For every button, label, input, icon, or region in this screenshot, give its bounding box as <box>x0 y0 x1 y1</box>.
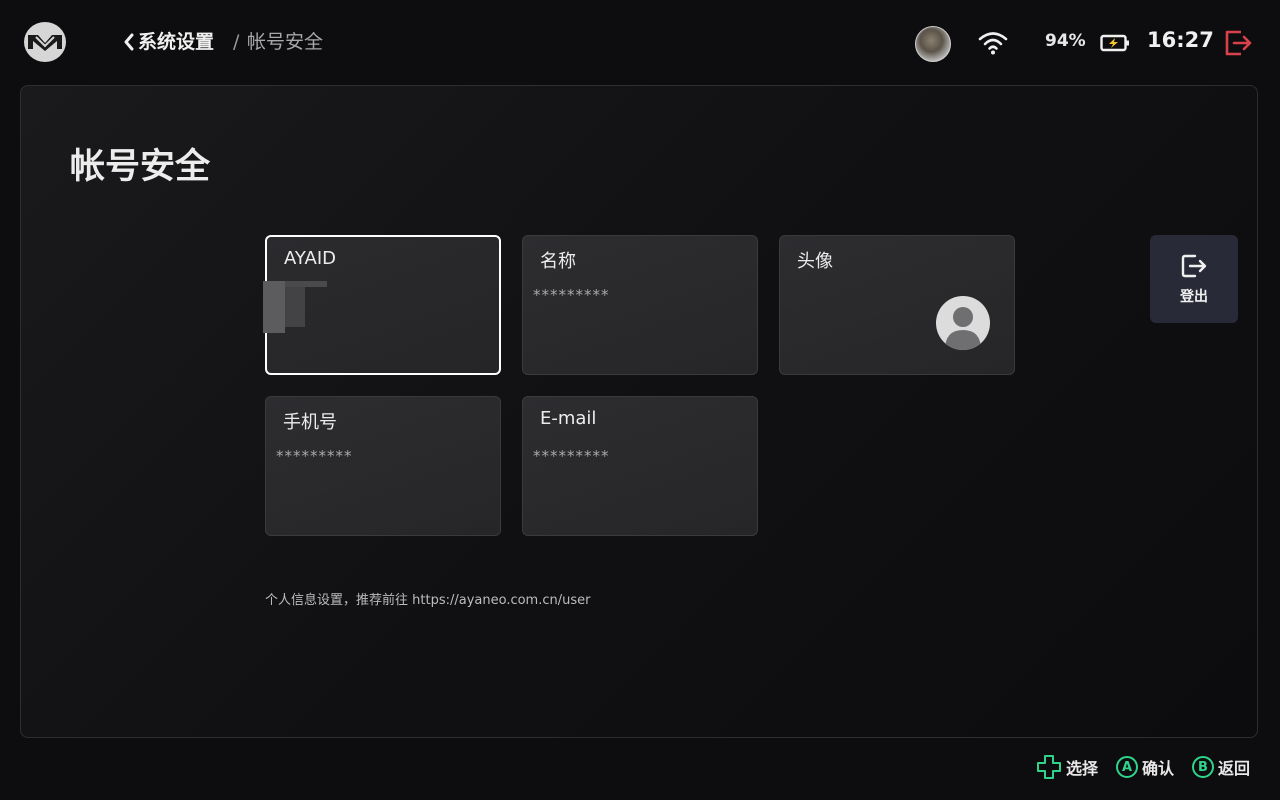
settings-hint: 个人信息设置，推荐前往 https://ayaneo.com.cn/user <box>265 593 591 608</box>
logout-label: 登出 <box>1180 289 1208 305</box>
name-card[interactable]: 名称 ********* <box>522 235 758 375</box>
b-button-icon: B <box>1191 756 1214 778</box>
ayaid-card[interactable]: AYAID <box>263 235 501 375</box>
name-value: ********* <box>533 286 610 304</box>
battery-charging-icon <box>1100 34 1129 52</box>
page-title: 帐号安全 <box>70 147 211 187</box>
dpad-icon <box>1036 755 1061 779</box>
name-label: 名称 <box>540 251 576 272</box>
confirm-hint[interactable]: A 确认 <box>1115 755 1174 779</box>
controller-hints: 选择 A 确认 B 返回 <box>1036 754 1250 780</box>
exit-icon[interactable] <box>1223 28 1253 58</box>
select-hint-label: 选择 <box>1065 759 1098 778</box>
email-label: E-mail <box>540 408 597 429</box>
back-hint[interactable]: B 返回 <box>1191 755 1250 779</box>
default-avatar-icon <box>936 296 990 350</box>
back-button[interactable]: 系统设置 <box>122 29 214 55</box>
phone-label: 手机号 <box>283 412 337 433</box>
ayaid-placeholder-icon <box>263 281 327 333</box>
wifi-icon <box>978 32 1008 55</box>
confirm-hint-label: 确认 <box>1141 759 1174 778</box>
avatar-card[interactable]: 头像 <box>779 235 1015 375</box>
breadcrumb-current: 帐号安全 <box>247 31 324 53</box>
ayaid-label: AYAID <box>284 248 336 269</box>
phone-card[interactable]: 手机号 ********* <box>265 396 501 536</box>
select-hint[interactable]: 选择 <box>1036 754 1098 780</box>
logout-button[interactable]: 登出 <box>1150 235 1238 323</box>
email-card[interactable]: E-mail ********* <box>522 396 758 536</box>
email-value: ********* <box>533 447 610 465</box>
ayaneo-logo-icon <box>24 22 66 62</box>
a-button-icon: A <box>1115 756 1138 778</box>
phone-value: ********* <box>276 447 353 465</box>
user-avatar[interactable] <box>915 26 951 62</box>
logout-icon <box>1181 254 1207 278</box>
breadcrumb-separator: / <box>233 31 240 53</box>
breadcrumb-parent: 系统设置 <box>138 31 215 53</box>
back-hint-label: 返回 <box>1217 759 1250 778</box>
chevron-left-icon <box>124 33 134 51</box>
clock: 16:27 <box>1147 28 1214 52</box>
avatar-label: 头像 <box>797 251 833 272</box>
battery-percent: 94% <box>1045 31 1086 51</box>
